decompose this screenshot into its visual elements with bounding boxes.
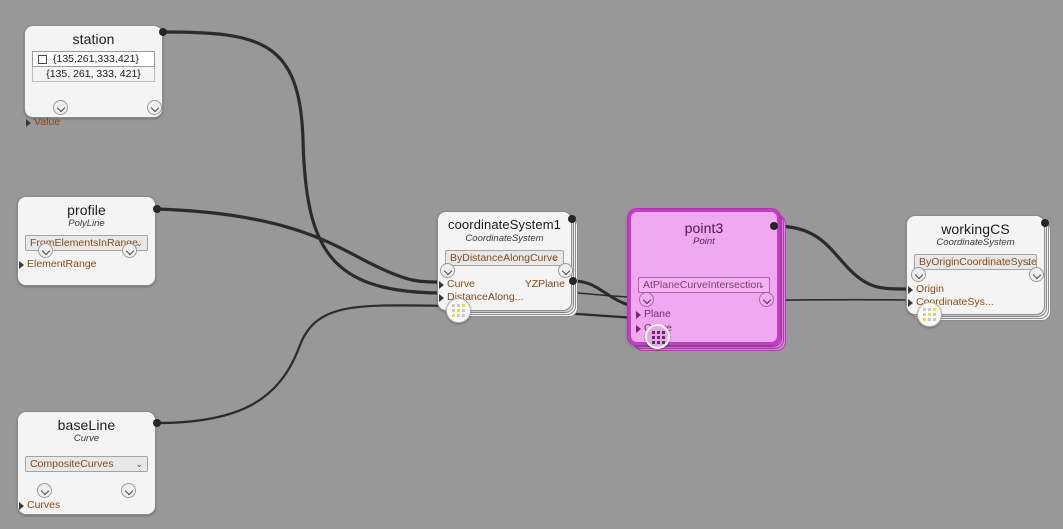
grid-icon (452, 304, 465, 317)
node-subtitle: CoordinateSystem (936, 237, 1015, 248)
station-preview-value: {135, 261, 333, 421} (32, 67, 155, 82)
port-in-origin[interactable]: Origin (907, 284, 944, 295)
port-out-workingcs[interactable] (1041, 219, 1049, 227)
grid-badge-point3[interactable] (645, 324, 670, 349)
port-in-value[interactable]: Value (25, 117, 60, 128)
chevron-down-icon-right[interactable] (1029, 267, 1044, 282)
port-out-dot-yzplane[interactable] (569, 277, 577, 285)
expander-icon[interactable] (38, 54, 47, 64)
station-value-text: {135,261,333,421} (53, 53, 139, 65)
port-in-curves[interactable]: Curves (18, 500, 60, 511)
node-title: coordinateSystem1 (448, 217, 561, 232)
node-profile[interactable]: profile PolyLine FromElementsInRange ⌄ E… (17, 196, 156, 286)
node-title: profile (67, 202, 106, 218)
chevron-down-icon-right[interactable] (759, 292, 774, 307)
node-subtitle: CoordinateSystem (465, 233, 544, 244)
grid-icon (923, 308, 936, 321)
node-title: baseLine (57, 417, 116, 433)
wire-baseline-to-point3-curve (155, 304, 638, 425)
node-workingcs[interactable]: workingCS CoordinateSystem ByOriginCoord… (906, 215, 1045, 315)
dropdown-label: AtPlaneCurveIntersection (643, 279, 763, 291)
port-in-curve[interactable]: Curve (438, 279, 475, 290)
chevron-down-icon-left[interactable] (53, 100, 68, 115)
node-title: station (72, 31, 115, 47)
chevron-down-icon-left[interactable] (639, 292, 654, 307)
dropdown-label: ByDistanceAlongCurve (450, 252, 558, 264)
node-baseline[interactable]: baseLine Curve CompositeCurves ⌄ Curves (17, 411, 156, 515)
grid-badge-workingcs[interactable] (917, 302, 942, 327)
dropdown-label: CompositeCurves (30, 458, 114, 470)
chevron-down-icon-left[interactable] (38, 243, 53, 258)
wire-point3-to-origin (773, 224, 907, 291)
chevron-down-icon-left[interactable] (911, 267, 926, 282)
port-out-yzplane[interactable]: YZPlane (525, 279, 565, 290)
node-subtitle: Curve (73, 433, 100, 444)
port-out-baseline[interactable] (153, 419, 161, 427)
port-out-profile[interactable] (153, 205, 161, 213)
wire-station-to-distance (161, 30, 442, 295)
chevron-down-icon: ⌄ (757, 280, 765, 290)
chevron-down-icon: ⌄ (551, 253, 559, 263)
node-subtitle: PolyLine (68, 218, 105, 229)
wire-yzplane-to-plane (571, 279, 638, 309)
point3-method-dropdown[interactable]: AtPlaneCurveIntersection ⌄ (638, 277, 770, 293)
chevron-down-icon-right[interactable] (558, 263, 573, 278)
port-out-dot-cs1-top[interactable] (568, 215, 576, 223)
grid-badge-cs1[interactable] (446, 298, 471, 323)
node-coordinatesystem1[interactable]: coordinateSystem1 CoordinateSystem ByDis… (437, 211, 573, 311)
chevron-down-icon-right[interactable] (121, 483, 136, 498)
baseline-method-dropdown[interactable]: CompositeCurves ⌄ (25, 456, 148, 472)
chevron-down-icon-left[interactable] (37, 483, 52, 498)
port-out-station[interactable] (159, 28, 167, 36)
node-subtitle: Point (693, 236, 715, 247)
chevron-down-icon: ⌄ (1024, 257, 1032, 267)
port-in-elementrange[interactable]: ElementRange (18, 259, 96, 270)
cs1-method-dropdown[interactable]: ByDistanceAlongCurve ⌄ (445, 250, 564, 266)
chevron-down-icon-right[interactable] (147, 100, 162, 115)
node-title: workingCS (941, 221, 1010, 237)
grid-icon (652, 331, 665, 344)
node-title: point3 (684, 220, 724, 236)
dropdown-label: ByOriginCoordinateSystem (919, 256, 1037, 268)
node-graph-canvas[interactable]: station {135,261,333,421} {135, 261, 333… (0, 0, 1063, 529)
station-value-input[interactable]: {135,261,333,421} (32, 51, 155, 67)
chevron-down-icon-left[interactable] (440, 263, 455, 278)
port-out-point3[interactable] (770, 222, 778, 230)
chevron-down-icon: ⌄ (135, 459, 143, 469)
chevron-down-icon-right[interactable] (122, 243, 137, 258)
workingcs-method-dropdown[interactable]: ByOriginCoordinateSystem ⌄ (914, 254, 1037, 270)
port-in-plane[interactable]: Plane (636, 309, 671, 320)
wire-profile-to-curve (156, 207, 442, 284)
node-station[interactable]: station {135,261,333,421} {135, 261, 333… (24, 25, 163, 128)
